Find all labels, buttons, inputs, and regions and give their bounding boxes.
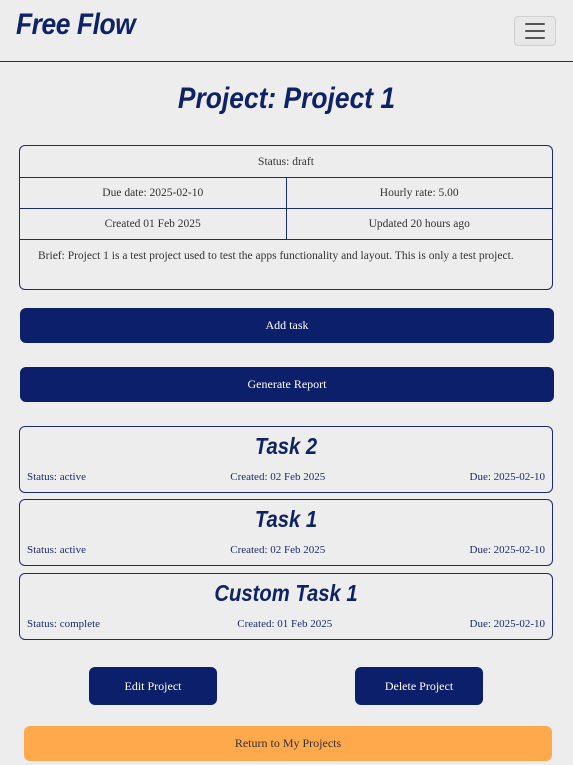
task-status: Status: active — [27, 471, 86, 483]
edit-project-button[interactable]: Edit Project — [89, 667, 217, 705]
navbar: Free Flow — [0, 0, 573, 62]
task-meta: Status: active Created: 02 Feb 2025 Due:… — [27, 471, 545, 483]
add-task-button[interactable]: Add task — [20, 308, 554, 343]
task-created: Created: 02 Feb 2025 — [230, 544, 326, 556]
details-row-dates: Due date: 2025-02-10 Hourly rate: 5.00 — [20, 178, 552, 209]
delete-project-button[interactable]: Delete Project — [355, 667, 483, 705]
project-due-date: Due date: 2025-02-10 — [102, 187, 204, 199]
details-row-timestamps: Created 01 Feb 2025 Updated 20 hours ago — [20, 209, 552, 240]
task-due: Due: 2025-02-10 — [469, 471, 545, 483]
task-card[interactable]: Task 1 Status: active Created: 02 Feb 20… — [19, 499, 553, 566]
task-title: Task 2 — [254, 433, 318, 459]
task-due: Due: 2025-02-10 — [469, 618, 545, 630]
hamburger-menu-icon — [525, 37, 545, 39]
project-created: Created 01 Feb 2025 — [104, 218, 201, 230]
project-updated: Updated 20 hours ago — [285, 209, 553, 239]
task-created: Created: 02 Feb 2025 — [230, 471, 326, 483]
return-to-projects-button[interactable]: Return to My Projects — [24, 726, 552, 761]
task-title: Task 1 — [254, 506, 318, 532]
project-status: Status: draft — [258, 155, 314, 168]
task-card[interactable]: Custom Task 1 Status: complete Created: … — [19, 573, 553, 640]
project-brief: Brief: Project 1 is a test project used … — [38, 250, 514, 262]
task-created: Created: 01 Feb 2025 — [237, 618, 333, 630]
generate-report-button[interactable]: Generate Report — [20, 367, 554, 402]
project-details-card: Status: draft Due date: 2025-02-10 Hourl… — [19, 145, 553, 290]
hamburger-menu-icon — [525, 23, 545, 25]
details-row-status: Status: draft — [20, 146, 552, 178]
task-status: Status: complete — [27, 618, 101, 630]
project-hourly-rate: Hourly rate: 5.00 — [285, 178, 553, 208]
page-title: Project: Project 1 — [177, 82, 396, 115]
task-due: Due: 2025-02-10 — [469, 544, 545, 556]
menu-toggle-button[interactable] — [514, 16, 556, 46]
task-meta: Status: active Created: 02 Feb 2025 Due:… — [27, 544, 545, 556]
task-card[interactable]: Task 2 Status: active Created: 02 Feb 20… — [19, 426, 553, 493]
task-status: Status: active — [27, 544, 86, 556]
task-title: Custom Task 1 — [214, 580, 358, 606]
task-meta: Status: complete Created: 01 Feb 2025 Du… — [27, 618, 545, 630]
brand-logo[interactable]: Free Flow — [16, 8, 136, 42]
hamburger-menu-icon — [525, 30, 545, 32]
